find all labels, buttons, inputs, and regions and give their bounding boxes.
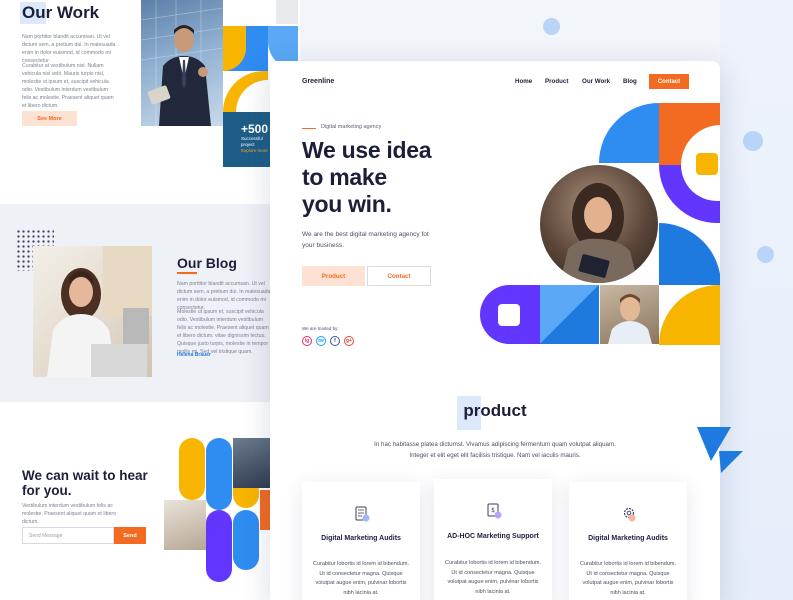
smiling-man-photo [600, 285, 659, 344]
product-card[interactable]: $ AD-HOC Marketing Support Curabitur lob… [434, 479, 552, 600]
product-button[interactable]: Product [302, 266, 365, 286]
support-icon: $ [487, 503, 502, 519]
decorative-shape [599, 103, 659, 163]
triangle-decoration [697, 427, 743, 473]
decorative-shape [540, 285, 599, 344]
blog-author-link[interactable]: Helena Brauer [177, 352, 211, 358]
svg-text:$: $ [491, 507, 495, 514]
decorative-pill [233, 510, 259, 570]
hero-eyebrow: Digital marketing agency [321, 124, 382, 130]
trusted-by-label: We are trusted by: [302, 326, 339, 331]
businessman-photo [141, 0, 223, 126]
blog-paragraph: Molestie ut ipsum et, suscipit vehicula … [177, 309, 269, 355]
send-button[interactable]: Send [114, 527, 146, 544]
stat-link[interactable]: Explore more [241, 148, 273, 153]
decorative-dot [757, 246, 774, 263]
hero-woman-photo [540, 165, 658, 283]
main-page-card: Greenline Home Product Our Work Blog Con… [270, 61, 720, 600]
decorative-pill [179, 438, 205, 500]
hero-subtitle: We are the best digital marketing agency… [302, 231, 429, 249]
title-underline [177, 272, 197, 274]
blog-photo [33, 246, 152, 377]
hero-title: We use idea to make you win. [302, 137, 432, 217]
decorative-pill [206, 510, 232, 582]
product-card-title: Digital Marketing Audits [321, 535, 401, 542]
product-card-text: Curabitur lobortis id lorem id bibendum.… [580, 561, 676, 596]
decorative-shape [659, 223, 720, 285]
our-work-title: Our Work [22, 3, 100, 22]
brand-logo[interactable]: Greenline [302, 78, 334, 85]
audit-icon [355, 506, 370, 522]
decorative-pill [206, 438, 232, 510]
product-card-title: AD-HOC Marketing Support [447, 533, 539, 540]
team-photo [233, 438, 270, 488]
decorative-shape [659, 285, 720, 345]
product-description: In hac habitasse platea dictumst. Vivamu… [374, 441, 616, 459]
blog-title: Our Blog [177, 255, 237, 271]
decorative-shape [498, 304, 520, 326]
google-plus-icon[interactable]: g+ [344, 336, 354, 346]
nav-home[interactable]: Home [515, 78, 532, 85]
stat-box: +500 Successful project Explore more [223, 112, 273, 167]
stat-number: +500 [241, 122, 269, 136]
decorative-dot [743, 131, 763, 151]
stat-label: Successful project [241, 136, 263, 147]
see-more-button[interactable]: See More [22, 111, 77, 126]
message-input[interactable]: Send Message [22, 527, 114, 544]
nav-product[interactable]: Product [545, 78, 568, 85]
instagram-icon[interactable]: ig [302, 336, 312, 346]
contact-button[interactable]: Contact [367, 266, 431, 286]
product-card-text: Curabitur lobortis id lorem id bibendum.… [445, 560, 541, 595]
our-work-paragraph: Curabitur at vestibulum nisi. Nullam veh… [22, 63, 114, 109]
decorative-shape [696, 153, 718, 175]
contact-paragraph: Vestibulum interdum vestibulum felis ac … [22, 503, 117, 525]
woman-laptop-photo [164, 500, 206, 550]
contact-title: We can wait to hear for you. [22, 468, 148, 498]
facebook-icon[interactable]: f [330, 336, 340, 346]
eyebrow-line [302, 128, 316, 129]
product-title: product [463, 401, 527, 420]
gear-icon [623, 507, 636, 522]
product-card-text: Curabitur lobortis id lorem id bibendum.… [313, 561, 409, 596]
decorative-block [276, 0, 298, 24]
twitter-icon[interactable]: tw [316, 336, 326, 346]
product-card-title: Digital Marketing Audits [588, 535, 668, 542]
our-work-paragraph: Nam porttitor blandit accumsan. Ut vel d… [22, 34, 116, 64]
product-card[interactable]: Digital Marketing Audits Curabitur lobor… [302, 482, 420, 600]
nav-contact-button[interactable]: Contact [649, 74, 689, 89]
product-card[interactable]: Digital Marketing Audits Curabitur lobor… [569, 482, 687, 600]
background-right [720, 0, 793, 600]
nav-blog[interactable]: Blog [623, 78, 637, 85]
nav-our-work[interactable]: Our Work [582, 78, 610, 85]
decorative-dot [543, 18, 560, 35]
